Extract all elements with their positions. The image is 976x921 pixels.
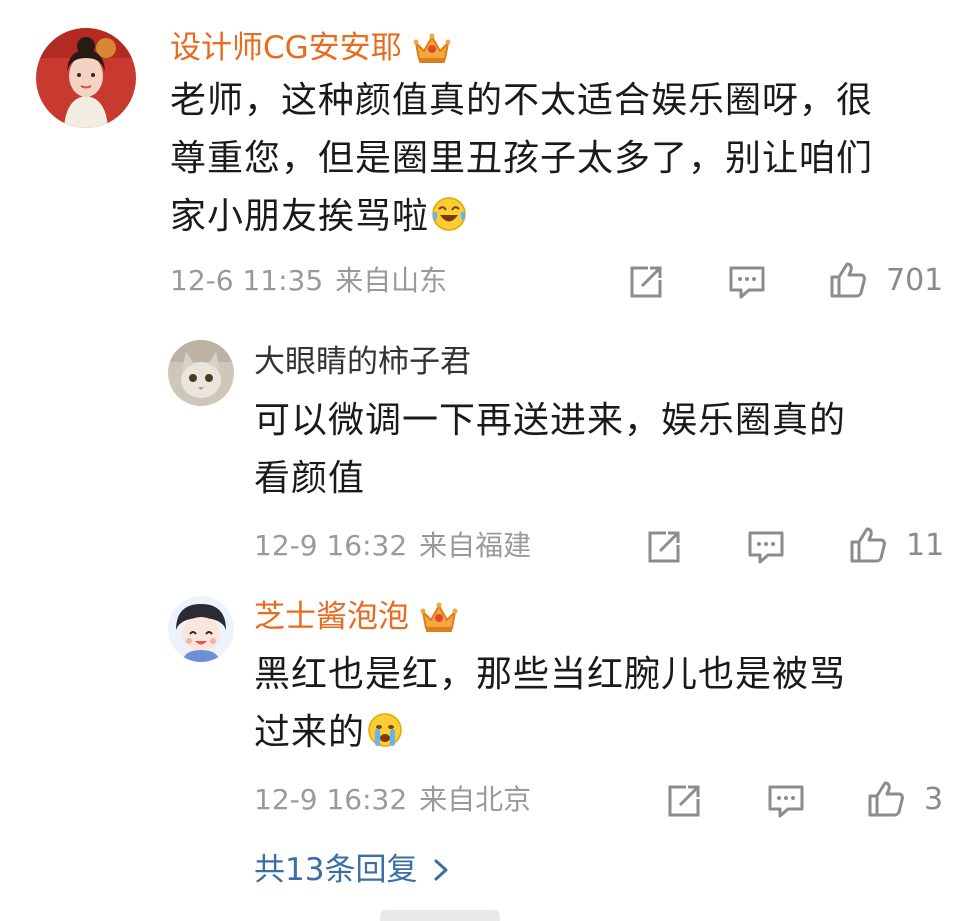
- main-comment-text: 老师，这种颜值真的不太适合娱乐圈呀，很 尊重您，但是圈里丑孩子太多了，别让咱们 …: [170, 72, 960, 246]
- share-icon[interactable]: [664, 781, 704, 821]
- crown-icon: [419, 600, 459, 634]
- like-count: 3: [924, 782, 944, 817]
- like-icon[interactable]: [828, 260, 868, 300]
- reply-text: 黑红也是红，那些当红腕儿也是被骂 过来的: [254, 646, 954, 762]
- comment-line: 老师，这种颜值真的不太适合娱乐圈呀，很: [170, 80, 874, 121]
- crying-emoji-icon: [367, 712, 403, 748]
- like-icon[interactable]: [866, 779, 906, 819]
- comment-meta: 12-9 16:32 来自福建: [254, 528, 531, 564]
- comment-line: 可以微调一下再送进来，娱乐圈真的: [254, 400, 847, 441]
- comment-location: 来自山东: [335, 264, 448, 297]
- comment-line: 黑红也是红，那些当红腕儿也是被骂: [254, 654, 847, 695]
- username-text: 芝士酱泡泡: [254, 599, 409, 635]
- like-count: 701: [886, 263, 944, 298]
- comment-meta: 12-9 16:32 来自北京: [254, 782, 531, 818]
- comment-line: 看颜值: [254, 458, 366, 499]
- avatar[interactable]: [168, 340, 234, 406]
- comment-location: 来自北京: [419, 783, 532, 816]
- comment-time: 12-9 16:32: [254, 783, 408, 816]
- more-replies-link[interactable]: 共13条回复: [254, 850, 451, 890]
- reply-username[interactable]: 芝士酱泡泡: [254, 597, 459, 637]
- comment-location: 来自福建: [419, 529, 532, 562]
- like-icon[interactable]: [848, 525, 888, 565]
- comment-icon[interactable]: [766, 781, 806, 821]
- avatar[interactable]: [36, 28, 136, 128]
- reply-text: 可以微调一下再送进来，娱乐圈真的 看颜值: [254, 392, 954, 508]
- main-comment-username[interactable]: 设计师CG安安耶: [170, 28, 452, 68]
- comment-time: 12-6 11:35: [170, 264, 324, 297]
- comment-line: 家小朋友挨骂啦: [170, 188, 960, 246]
- reply-username[interactable]: 大眼睛的柿子君: [254, 342, 471, 382]
- avatar[interactable]: [168, 596, 234, 662]
- crown-icon: [412, 31, 452, 65]
- chevron-right-icon: [434, 859, 448, 881]
- username-text: 设计师CG安安耶: [170, 30, 402, 66]
- comment-time: 12-9 16:32: [254, 529, 408, 562]
- like-count: 11: [906, 528, 945, 563]
- comment-icon[interactable]: [746, 527, 786, 567]
- comment-meta: 12-6 11:35 来自山东: [170, 263, 447, 299]
- comment-icon[interactable]: [727, 262, 767, 302]
- comment-line: 尊重您，但是圈里丑孩子太多了，别让咱们: [170, 138, 874, 179]
- comment-line: 过来的: [254, 704, 954, 762]
- laugh-cry-emoji-icon: [431, 196, 467, 232]
- share-icon[interactable]: [644, 527, 684, 567]
- scroll-edge-shadow: [380, 910, 500, 921]
- share-icon[interactable]: [626, 262, 666, 302]
- more-replies-label: 共13条回复: [254, 852, 418, 888]
